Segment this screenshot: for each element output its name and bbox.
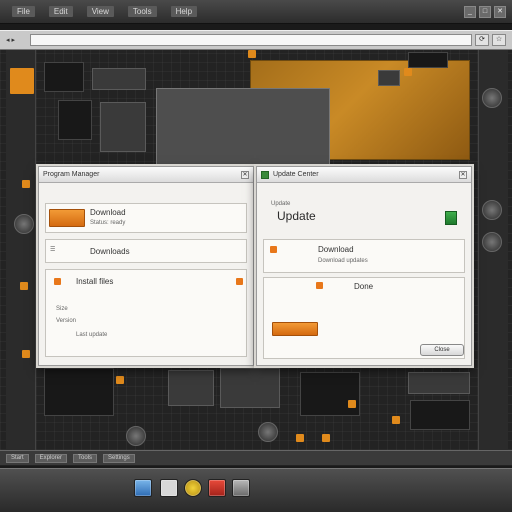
strip-item-start[interactable]: Start bbox=[6, 453, 29, 463]
wallpaper-pad bbox=[22, 180, 30, 188]
left-dialog-titlebar: Program Manager ✕ bbox=[39, 167, 253, 183]
left-row3-heading: Install files bbox=[76, 277, 114, 286]
left-dialog-title: Program Manager bbox=[43, 171, 100, 178]
download-icon bbox=[270, 246, 277, 253]
detail-line: Size bbox=[56, 306, 68, 312]
spreadsheet-icon bbox=[445, 211, 457, 225]
browser-icon[interactable] bbox=[184, 479, 202, 497]
right-dialog: Update Center ✕ Update Update Download D… bbox=[256, 166, 472, 366]
wallpaper-pad bbox=[392, 416, 400, 424]
wallpaper-pad bbox=[116, 376, 124, 384]
nav-arrows[interactable]: ◂ ▸ bbox=[6, 36, 30, 44]
right-big-title: Update bbox=[277, 209, 316, 223]
download-icon bbox=[49, 209, 85, 227]
left-dialog-row-install: Install files Size Version Last update bbox=[45, 269, 247, 357]
wallpaper-chip bbox=[168, 370, 214, 406]
wallpaper-chip bbox=[300, 372, 360, 416]
wallpaper-capacitor bbox=[258, 422, 278, 442]
minimize-button[interactable]: _ bbox=[464, 5, 476, 18]
wallpaper-chip bbox=[58, 100, 92, 140]
window-controls: _ □ ✕ bbox=[464, 5, 512, 18]
wallpaper-chip bbox=[44, 368, 114, 416]
strip-item-settings[interactable]: Settings bbox=[103, 453, 135, 463]
status-indicator-icon bbox=[236, 278, 243, 285]
menu-tools[interactable]: Tools bbox=[127, 6, 157, 17]
left-dialog: Program Manager ✕ Download Status: ready… bbox=[38, 166, 254, 366]
wallpaper-pad bbox=[22, 350, 30, 358]
wallpaper-pad bbox=[20, 282, 28, 290]
explorer-icon[interactable] bbox=[134, 479, 152, 497]
favorite-button[interactable]: ☆ bbox=[492, 34, 506, 46]
wallpaper-chip bbox=[408, 372, 470, 394]
refresh-button[interactable]: ⟳ bbox=[475, 34, 489, 46]
left-row1-heading: Download bbox=[90, 208, 126, 217]
wallpaper-chip bbox=[44, 62, 84, 92]
mail-icon[interactable] bbox=[208, 479, 226, 497]
wallpaper-chip bbox=[100, 102, 146, 152]
wallpaper-capacitor bbox=[482, 88, 502, 108]
wallpaper-pad bbox=[248, 50, 256, 58]
right-dialog-header: Update Update bbox=[263, 189, 465, 237]
left-dialog-row-download[interactable]: Download Status: ready bbox=[45, 203, 247, 233]
list-icon: ☰ bbox=[50, 247, 56, 253]
wallpaper-chip bbox=[410, 400, 470, 430]
maximize-button[interactable]: □ bbox=[479, 5, 491, 18]
detail-line: Version bbox=[56, 318, 77, 324]
close-dialog-button[interactable]: Close bbox=[420, 344, 464, 356]
right-header-label: Update bbox=[271, 201, 291, 207]
right-dialog-title: Update Center bbox=[273, 171, 319, 178]
right-dialog-row-download[interactable]: Download Download updates bbox=[263, 239, 465, 273]
wallpaper-pad bbox=[10, 68, 34, 94]
wallpaper-capacitor bbox=[126, 426, 146, 446]
menu-file[interactable]: File bbox=[12, 6, 35, 17]
close-button[interactable]: ✕ bbox=[494, 5, 506, 18]
install-icon bbox=[54, 278, 61, 285]
wallpaper-capacitor bbox=[482, 200, 502, 220]
right-row2-heading: Done bbox=[354, 282, 374, 291]
strip-item-explorer[interactable]: Explorer bbox=[34, 453, 68, 463]
menu-edit[interactable]: Edit bbox=[48, 6, 73, 17]
left-dialog-close-button[interactable]: ✕ bbox=[241, 170, 249, 179]
taskbar bbox=[0, 468, 512, 512]
wallpaper-pad bbox=[322, 434, 330, 442]
menu-view[interactable]: View bbox=[86, 6, 114, 17]
wallpaper-left-column bbox=[6, 50, 36, 450]
wallpaper-grey-panel bbox=[156, 88, 330, 168]
document-icon[interactable] bbox=[160, 479, 178, 497]
wallpaper-pad bbox=[404, 68, 412, 76]
right-dialog-close-button[interactable]: ✕ bbox=[459, 170, 467, 179]
quick-launch-strip: Start Explorer Tools Settings bbox=[0, 450, 512, 466]
wallpaper-chip bbox=[408, 52, 448, 68]
detail-line: Last update bbox=[76, 332, 108, 338]
done-icon bbox=[316, 282, 323, 289]
menu-help[interactable]: Help bbox=[170, 6, 198, 17]
address-toolbar: ◂ ▸ ⟳ ☆ bbox=[0, 30, 512, 50]
wallpaper-pad bbox=[296, 434, 304, 442]
address-field[interactable] bbox=[30, 34, 472, 46]
menu-bar: File Edit View Tools Help _ □ ✕ bbox=[0, 0, 512, 24]
app-icon bbox=[261, 170, 269, 179]
left-row2-heading: Downloads bbox=[90, 247, 130, 256]
primary-action-button[interactable] bbox=[272, 322, 318, 336]
right-dialog-titlebar: Update Center ✕ bbox=[257, 167, 471, 183]
left-row1-subtext: Status: ready bbox=[90, 220, 126, 226]
wallpaper-pad bbox=[348, 400, 356, 408]
tools-icon[interactable] bbox=[232, 479, 250, 497]
wallpaper-capacitor bbox=[14, 214, 34, 234]
wallpaper-capacitor bbox=[482, 232, 502, 252]
wallpaper-chip bbox=[92, 68, 146, 90]
right-row1-subtext: Download updates bbox=[318, 258, 368, 264]
wallpaper-chip bbox=[378, 70, 400, 86]
strip-item-tools[interactable]: Tools bbox=[73, 453, 98, 463]
wallpaper-chip bbox=[220, 368, 280, 408]
left-dialog-row-downloads[interactable]: ☰ Downloads bbox=[45, 239, 247, 263]
right-dialog-row-done: Done Close bbox=[263, 277, 465, 359]
right-row1-heading: Download bbox=[318, 245, 354, 254]
